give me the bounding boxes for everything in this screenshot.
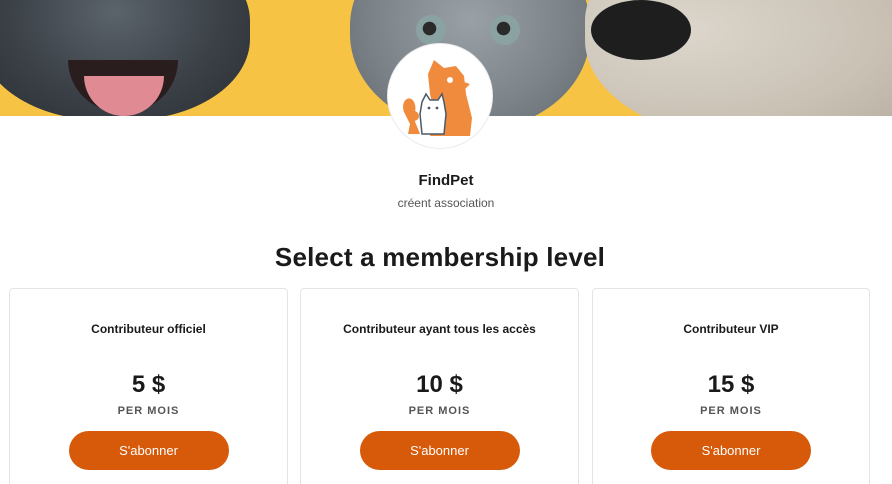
subscribe-button[interactable]: S'abonner (651, 431, 811, 470)
tier-period: PER MOIS (700, 405, 762, 417)
subscribe-button[interactable]: S'abonner (359, 431, 520, 470)
org-avatar[interactable] (388, 44, 492, 148)
findpet-logo-icon (403, 60, 472, 136)
kitten-eye (490, 15, 520, 45)
tier-price: 10 $ (416, 371, 463, 398)
membership-card: Contributeur VIP 15 $ PER MOIS S'abonner (592, 288, 870, 484)
org-subtitle: créent association (397, 196, 495, 210)
dog-tongue (84, 76, 164, 116)
membership-card: Contributeur ayant tous les accès 10 $ P… (300, 288, 579, 484)
dog-nose (591, 0, 691, 60)
kitten-eye (416, 15, 446, 45)
subscribe-button[interactable]: S'abonner (68, 431, 229, 470)
tier-name: Contributeur officiel (91, 322, 206, 336)
dog-photo-right (585, 0, 892, 116)
org-name[interactable]: FindPet (0, 172, 892, 189)
tier-period: PER MOIS (408, 405, 471, 417)
membership-section-title: Select a membership level (274, 242, 606, 272)
tier-name: Contributeur ayant tous les accès (343, 322, 536, 336)
tier-period: PER MOIS (117, 405, 180, 417)
dog-photo-left (0, 0, 250, 116)
tier-price: 15 $ (707, 371, 755, 398)
membership-card: Contributeur officiel 5 $ PER MOIS S'abo… (9, 288, 288, 484)
tier-price: 5 $ (131, 371, 166, 398)
tier-name: Contributeur VIP (683, 322, 779, 336)
